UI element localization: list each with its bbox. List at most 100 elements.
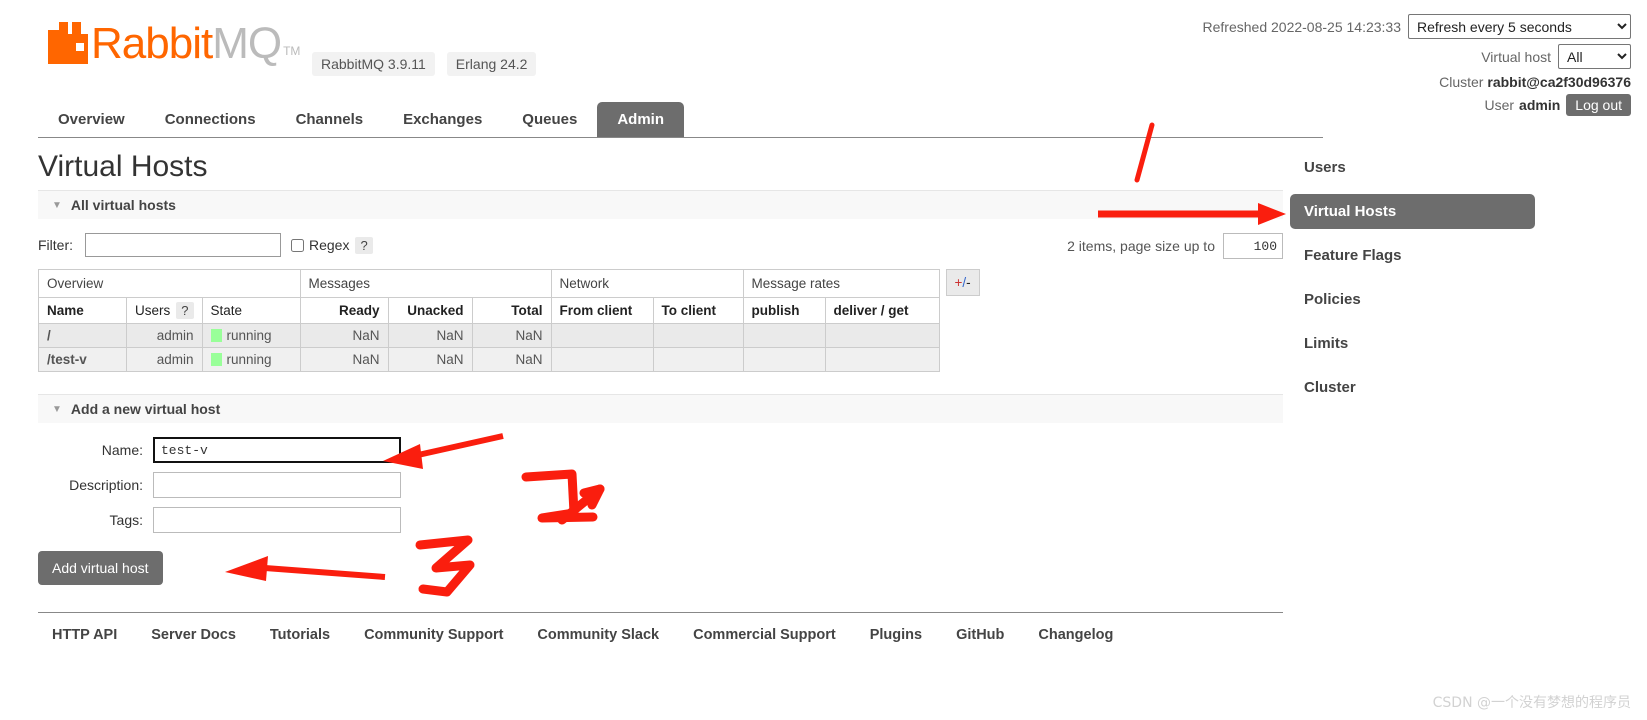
tab-queues[interactable]: Queues: [502, 102, 597, 138]
col-from-client[interactable]: From client: [550, 297, 654, 324]
table-column-header-row: Name Users? State Ready Unacked Total Fr…: [38, 297, 940, 324]
column-toggle-button[interactable]: +/-: [945, 269, 980, 296]
refresh-interval-select[interactable]: Refresh every 5 seconds: [1408, 14, 1631, 39]
collapse-triangle-icon: ▼: [52, 403, 62, 415]
tab-channels[interactable]: Channels: [276, 102, 384, 138]
form-row-tags: Tags:: [38, 507, 1283, 533]
badge-erlang-version: Erlang 24.2: [446, 52, 537, 76]
sidebar-item-users[interactable]: Users: [1290, 150, 1535, 185]
cluster-label: Cluster: [1439, 74, 1484, 90]
logo-text-rabbit: Rabbit: [91, 19, 213, 68]
table-row[interactable]: /test-v admin running NaN NaN NaN: [38, 347, 940, 372]
rabbitmq-logo[interactable]: Rabbit MQ TM: [48, 19, 301, 68]
cell-total: NaN: [471, 323, 552, 348]
cell-ready: NaN: [299, 347, 389, 372]
filter-label: Filter:: [38, 237, 73, 253]
cell-name[interactable]: /test-v: [38, 347, 127, 372]
cell-state: running: [201, 323, 301, 348]
users-help-icon[interactable]: ?: [176, 302, 194, 319]
name-label: Name:: [101, 442, 143, 458]
regex-toggle-group: Regex ?: [291, 236, 373, 254]
filter-row: Filter: Regex ? 2 items, page size up to: [38, 233, 1283, 259]
collapse-triangle-icon: ▼: [52, 199, 62, 211]
footer-link-github[interactable]: GitHub: [956, 627, 1004, 643]
vhost-filter-label: Virtual host: [1481, 48, 1551, 65]
sidebar-item-cluster[interactable]: Cluster: [1290, 370, 1535, 405]
page-root: Rabbit MQ TM RabbitMQ 3.9.11 Erlang 24.2 …: [0, 0, 1647, 720]
cell-ready: NaN: [299, 323, 389, 348]
tab-overview[interactable]: Overview: [38, 102, 145, 138]
footer: HTTP API Server Docs Tutorials Community…: [38, 612, 1283, 643]
footer-link-tutorials[interactable]: Tutorials: [270, 627, 330, 643]
vhost-tags-input[interactable]: [153, 507, 401, 533]
footer-link-community-slack[interactable]: Community Slack: [537, 627, 659, 643]
footer-link-server-docs[interactable]: Server Docs: [151, 627, 236, 643]
cell-name[interactable]: /: [38, 323, 127, 348]
col-state[interactable]: State: [201, 297, 301, 324]
cell-publish: [742, 347, 826, 372]
regex-checkbox[interactable]: [291, 238, 304, 252]
user-name: admin: [1519, 97, 1561, 113]
nav-divider: [38, 137, 1323, 138]
logo-trademark: TM: [283, 44, 301, 58]
minus-glyph: -: [966, 275, 971, 290]
section-add-virtual-host-label: Add a new virtual host: [70, 401, 221, 417]
sidebar-item-feature-flags[interactable]: Feature Flags: [1290, 238, 1535, 273]
app-header: Rabbit MQ TM RabbitMQ 3.9.11 Erlang 24.2 …: [0, 0, 1647, 116]
cell-from-client: [550, 323, 654, 348]
regex-help-icon[interactable]: ?: [355, 236, 373, 254]
badge-rabbitmq-version: RabbitMQ 3.9.11: [312, 52, 435, 76]
refreshed-timestamp: Refreshed 2022-08-25 14:23:33: [1202, 18, 1401, 35]
cell-state-label: running: [226, 328, 272, 343]
description-label: Description:: [69, 477, 143, 493]
col-unacked[interactable]: Unacked: [387, 297, 473, 324]
footer-link-community-support[interactable]: Community Support: [364, 627, 503, 643]
page-title: Virtual Hosts: [38, 150, 208, 183]
sidebar-item-policies[interactable]: Policies: [1290, 282, 1535, 317]
col-users-label: Users: [135, 303, 171, 318]
vhost-description-input[interactable]: [153, 472, 401, 498]
col-users[interactable]: Users?: [126, 297, 203, 324]
section-add-virtual-host[interactable]: ▼ Add a new virtual host: [38, 394, 1283, 423]
form-row-description: Description:: [38, 472, 1283, 498]
cell-from-client: [550, 347, 654, 372]
cell-to-client: [652, 323, 744, 348]
footer-link-changelog[interactable]: Changelog: [1038, 627, 1113, 643]
logout-button[interactable]: Log out: [1566, 94, 1631, 116]
filter-input[interactable]: [85, 233, 281, 257]
col-deliver-get[interactable]: deliver / get: [824, 297, 940, 324]
tab-exchanges[interactable]: Exchanges: [383, 102, 502, 138]
tab-connections[interactable]: Connections: [145, 102, 276, 138]
col-total[interactable]: Total: [471, 297, 552, 324]
cell-unacked: NaN: [387, 323, 473, 348]
user-label: User: [1484, 97, 1515, 113]
state-indicator-icon: [210, 353, 222, 366]
add-virtual-host-button[interactable]: Add virtual host: [38, 551, 163, 585]
table-row[interactable]: / admin running NaN NaN NaN: [38, 323, 940, 348]
sidebar-item-virtual-hosts[interactable]: Virtual Hosts: [1290, 194, 1535, 229]
pager-controls: 2 items, page size up to: [1067, 233, 1283, 259]
col-name[interactable]: Name: [38, 297, 127, 324]
col-to-client[interactable]: To client: [652, 297, 744, 324]
sidebar-item-limits[interactable]: Limits: [1290, 326, 1535, 361]
cell-unacked: NaN: [387, 347, 473, 372]
footer-link-plugins[interactable]: Plugins: [870, 627, 922, 643]
cell-users: admin: [126, 323, 203, 348]
footer-link-commercial-support[interactable]: Commercial Support: [693, 627, 836, 643]
tab-admin[interactable]: Admin: [597, 102, 684, 138]
logo-text-mq: MQ: [212, 19, 282, 68]
vhost-filter-select[interactable]: All: [1558, 44, 1631, 69]
version-badges: RabbitMQ 3.9.11 Erlang 24.2: [312, 52, 537, 76]
col-ready[interactable]: Ready: [299, 297, 389, 324]
tags-label: Tags:: [109, 512, 143, 528]
virtual-hosts-table: Overview Messages Network Message rates …: [38, 269, 940, 372]
vhost-name-input[interactable]: [153, 437, 401, 463]
col-publish[interactable]: publish: [742, 297, 826, 324]
add-virtual-host-form: Name: Description: Tags: Add virtual hos…: [38, 437, 1283, 585]
footer-link-http-api[interactable]: HTTP API: [52, 627, 117, 643]
group-header-overview: Overview: [38, 269, 301, 298]
items-count-text: 2 items, page size up to: [1067, 238, 1215, 254]
section-all-virtual-hosts[interactable]: ▼ All virtual hosts: [38, 190, 1283, 219]
page-size-input[interactable]: [1223, 233, 1283, 259]
cell-state: running: [201, 347, 301, 372]
